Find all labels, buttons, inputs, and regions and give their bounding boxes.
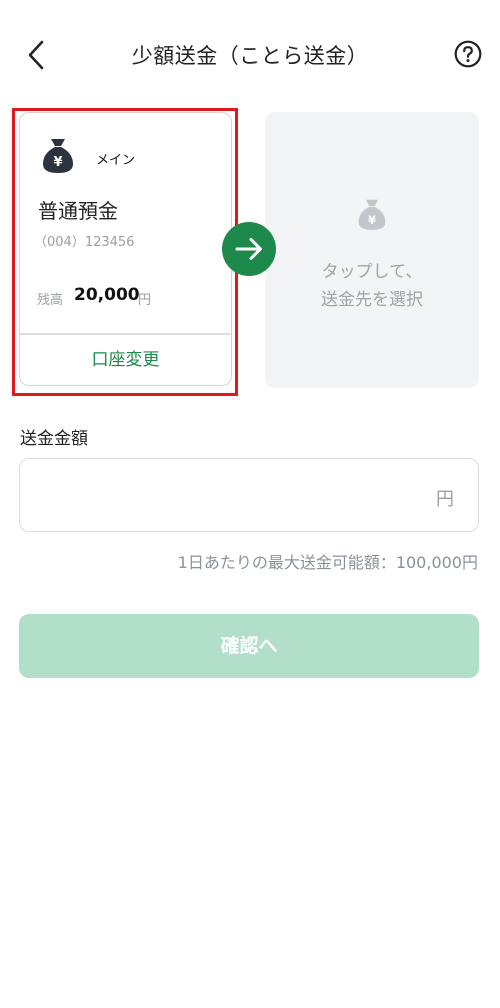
page-title: 少額送金（ことら送金） <box>131 44 369 68</box>
amount-label: 送金金額 <box>20 429 88 449</box>
select-destination-card[interactable]: ¥ タップして、 送金先を選択 <box>265 112 479 388</box>
money-bag-icon: ¥ <box>358 199 386 230</box>
destination-prompt-line1: タップして、 <box>321 262 423 282</box>
destination-prompt-line2: 送金先を選択 <box>321 290 423 310</box>
amount-input[interactable] <box>36 479 430 513</box>
amount-field[interactable]: 円 <box>19 458 479 532</box>
daily-limit-note: 1日あたりの最大送金可能額：100,000円 <box>177 553 478 572</box>
destination-prompt: タップして、 送金先を選択 <box>265 258 479 314</box>
highlight-box <box>12 108 238 396</box>
amount-unit: 円 <box>436 489 454 510</box>
transfer-arrow <box>222 222 276 276</box>
arrow-right-icon <box>235 238 262 260</box>
svg-text:¥: ¥ <box>368 213 376 227</box>
confirm-button[interactable]: 確認へ <box>19 614 479 678</box>
header: 少額送金（ことら送金） <box>0 0 500 110</box>
help-icon[interactable] <box>454 40 482 68</box>
